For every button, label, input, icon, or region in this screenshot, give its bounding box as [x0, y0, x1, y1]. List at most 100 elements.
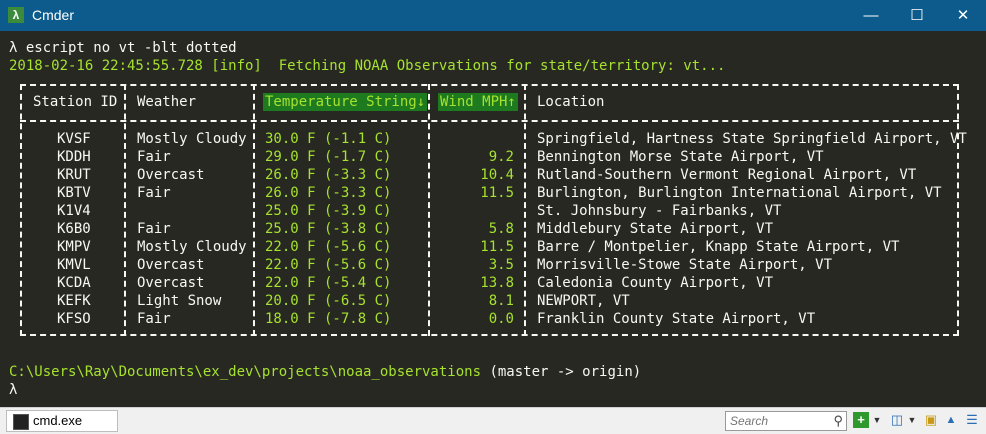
minimize-button[interactable]: — [848, 0, 894, 31]
cmd-icon [13, 414, 29, 430]
station-id-cell: K1V4 [57, 203, 91, 219]
weather-cell: Mostly Cloudy [137, 131, 247, 147]
table-border-right [957, 84, 959, 336]
weather-cell: Fair [137, 221, 171, 237]
lock-button[interactable]: ▣ [923, 412, 939, 428]
location-cell: Caledonia County Airport, VT [537, 275, 774, 291]
temperature-cell: 18.0 F (-7.8 C) [265, 311, 392, 327]
weather-cell: Overcast [137, 257, 205, 273]
close-icon: ✕ [956, 7, 970, 24]
weather-cell: Overcast [137, 275, 205, 291]
status-bar: cmd.exe ⚲ + ▼ ◫ ▼ ▣ ▲ ☰ [0, 407, 986, 434]
chevron-down-icon: ▼ [907, 415, 917, 425]
station-id-cell: KFSO [57, 311, 91, 327]
split-view-dropdown[interactable]: ▼ [907, 412, 917, 428]
location-cell: St. Johnsbury - Fairbanks, VT [537, 203, 782, 219]
column-divider [124, 84, 126, 336]
location-cell: Springfield, Hartness State Springfield … [537, 131, 967, 147]
git-branch: (master -> origin) [489, 364, 642, 380]
table-border-top [20, 84, 959, 86]
wind-mph-cell: 11.5 [480, 239, 514, 255]
terminal-console[interactable]: λ escript no vt -blt dotted 2018-02-16 2… [0, 31, 986, 407]
wind-mph-cell: 5.8 [488, 221, 514, 237]
window-title: Cmder [32, 7, 75, 23]
wind-mph-cell [446, 202, 514, 220]
station-id-cell: KRUT [57, 167, 91, 183]
wind-mph-cell [446, 130, 514, 148]
header-station-id[interactable]: Station ID [33, 93, 117, 111]
new-console-dropdown[interactable]: ▼ [872, 412, 882, 428]
wind-mph-cell: 0.0 [488, 311, 514, 327]
cmder-lambda-icon: λ [8, 7, 24, 23]
window-titlebar[interactable]: λ Cmder — ☐ ✕ [0, 0, 986, 31]
cwd-path: C:\Users\Ray\Documents\ex_dev\projects\n… [9, 364, 482, 380]
location-cell: Barre / Montpelier, Knapp State Airport,… [537, 239, 900, 255]
wind-mph-cell: 11.5 [480, 185, 514, 201]
settings-menu-button[interactable]: ☰ [964, 412, 980, 428]
location-cell: Rutland-Southern Vermont Regional Airpor… [537, 167, 917, 183]
console-tab[interactable]: cmd.exe [6, 410, 118, 432]
split-view-button[interactable]: ◫ [889, 412, 905, 428]
observations-table: Station ID Weather Temperature String↓ W… [20, 84, 967, 336]
station-id-cell: KDDH [57, 149, 91, 165]
header-temperature-string[interactable]: Temperature String↓ [263, 93, 428, 111]
weather-cell: Light Snow [137, 293, 222, 309]
search-box[interactable]: ⚲ [725, 411, 847, 431]
weather-cell: Fair [137, 149, 171, 165]
location-cell: Bennington Morse State Airport, VT [537, 149, 824, 165]
maximize-button[interactable]: ☐ [894, 0, 940, 31]
scroll-icon: ▲ [945, 414, 957, 426]
menu-icon: ☰ [966, 412, 978, 427]
temperature-cell: 25.0 F (-3.9 C) [265, 203, 392, 219]
info-log-line: 2018-02-16 22:45:55.728 [info] Fetching … [9, 58, 726, 74]
location-cell: NEWPORT, VT [537, 293, 630, 309]
location-cell: Morrisville-Stowe State Airport, VT [537, 257, 833, 273]
weather-cell: Fair [137, 311, 171, 327]
temperature-cell: 29.0 F (-1.7 C) [265, 149, 392, 165]
station-id-cell: KBTV [57, 185, 91, 201]
weather-cell: Mostly Cloudy [137, 239, 247, 255]
station-id-cell: KMVL [57, 257, 91, 273]
station-id-cell: K6B0 [57, 221, 91, 237]
scroll-button[interactable]: ▲ [944, 412, 958, 428]
plus-icon: + [857, 412, 865, 427]
header-weather[interactable]: Weather [137, 93, 196, 111]
temperature-cell: 25.0 F (-3.8 C) [265, 221, 392, 237]
temperature-cell: 22.0 F (-5.6 C) [265, 257, 392, 273]
new-console-button[interactable]: + [853, 412, 869, 428]
search-icon[interactable]: ⚲ [833, 413, 843, 429]
wind-mph-cell: 8.1 [488, 293, 514, 309]
table-header-separator [20, 120, 959, 122]
temperature-cell: 26.0 F (-3.3 C) [265, 167, 392, 183]
prompt-lambda[interactable]: λ [9, 381, 17, 399]
station-id-cell: KMPV [57, 239, 91, 255]
column-divider [253, 84, 255, 336]
temperature-cell: 26.0 F (-3.3 C) [265, 185, 392, 201]
wind-mph-cell: 13.8 [480, 275, 514, 291]
location-cell: Franklin County State Airport, VT [537, 311, 816, 327]
temperature-cell: 20.0 F (-6.5 C) [265, 293, 392, 309]
lock-icon: ▣ [924, 412, 938, 427]
window-layout-icon: ◫ [890, 412, 904, 427]
table-border-left [20, 84, 22, 336]
location-cell: Middlebury State Airport, VT [537, 221, 774, 237]
close-button[interactable]: ✕ [940, 0, 986, 31]
wind-mph-cell: 9.2 [488, 149, 514, 165]
location-cell: Burlington, Burlington International Air… [537, 185, 942, 201]
header-wind-mph[interactable]: Wind MPH↑ [438, 93, 518, 111]
temperature-cell: 22.0 F (-5.6 C) [265, 239, 392, 255]
maximize-icon: ☐ [910, 7, 924, 24]
search-input[interactable] [730, 412, 828, 430]
table-border-bottom [20, 334, 959, 336]
station-id-cell: KCDA [57, 275, 91, 291]
minimize-icon: — [863, 7, 879, 24]
command-line: λ escript no vt -blt dotted [9, 40, 237, 56]
column-divider [524, 84, 526, 336]
temperature-cell: 22.0 F (-5.4 C) [265, 275, 392, 291]
header-location[interactable]: Location [537, 93, 604, 111]
tab-label: cmd.exe [33, 413, 83, 428]
temperature-cell: 30.0 F (-1.1 C) [265, 131, 392, 147]
chevron-down-icon: ▼ [872, 415, 882, 425]
column-divider [428, 84, 430, 336]
station-id-cell: KEFK [57, 293, 91, 309]
